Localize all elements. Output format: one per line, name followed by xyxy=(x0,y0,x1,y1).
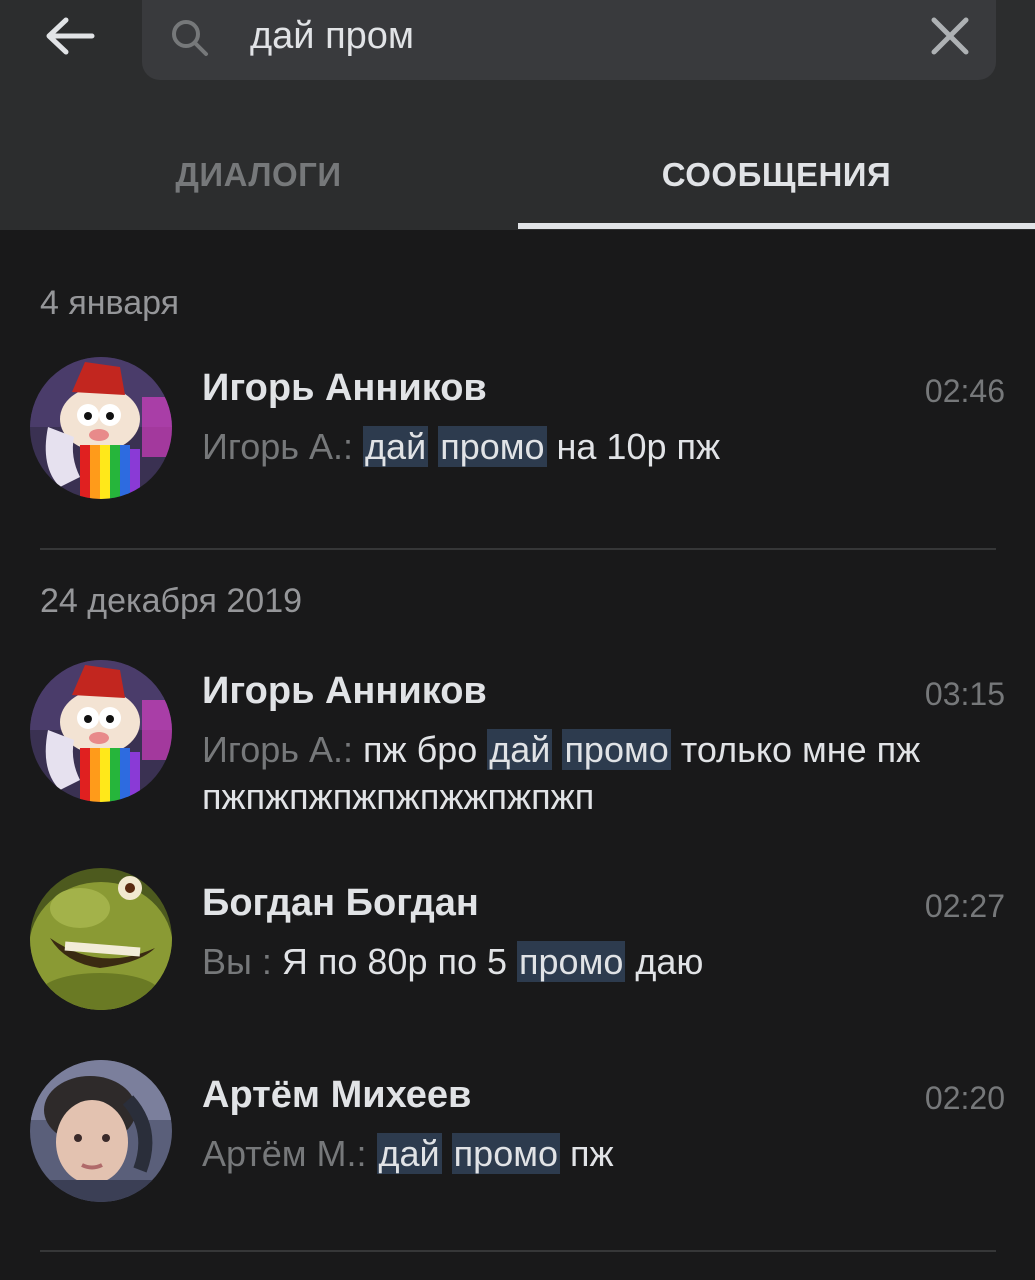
date-header: 4 января xyxy=(40,284,180,322)
message-result[interactable]: Игорь Анников 03:15 Игорь А.: пж бро дай… xyxy=(0,658,1035,828)
search-highlight: промо xyxy=(451,1133,560,1174)
search-highlight: дай xyxy=(363,426,429,467)
back-button[interactable] xyxy=(30,0,110,72)
avatar xyxy=(30,868,172,1010)
tab-dialogs[interactable]: ДИАЛОГИ xyxy=(0,120,517,230)
arrow-left-icon xyxy=(46,17,95,55)
message-result[interactable]: Артём Михеев 02:20 Артём М.: дай промо п… xyxy=(0,1060,1035,1210)
sender-label: Игорь А.: xyxy=(202,729,354,770)
search-highlight: дай xyxy=(487,729,553,770)
preview-text: Я по 80р по 5 xyxy=(271,941,518,982)
preview-text: пж бро xyxy=(353,729,488,770)
message-result[interactable]: Игорь Анников 02:46 Игорь А.: дай промо … xyxy=(0,355,1035,505)
clear-search-button[interactable] xyxy=(922,8,978,64)
contact-name: Артём Михеев xyxy=(202,1074,472,1116)
search-highlight: дай xyxy=(376,1133,442,1174)
date-header: 24 декабря 2019 xyxy=(40,582,303,620)
message-preview: Вы : Я по 80р по 5 промо даю xyxy=(202,938,992,985)
top-bar: ДИАЛОГИ СООБЩЕНИЯ xyxy=(0,0,1035,230)
sender-label: Игорь А.: xyxy=(202,426,354,467)
sender-label: Вы : xyxy=(202,941,272,982)
section-divider xyxy=(40,1250,996,1252)
message-result[interactable]: Богдан Богдан 02:27 Вы : Я по 80р по 5 п… xyxy=(0,868,1035,1018)
search-highlight: промо xyxy=(562,729,671,770)
message-time: 02:46 xyxy=(924,373,1005,409)
search-icon xyxy=(172,20,208,56)
contact-name: Богдан Богдан xyxy=(202,882,479,924)
preview-text xyxy=(428,426,438,467)
search-box[interactable] xyxy=(142,0,996,80)
preview-text: на 10р пж xyxy=(546,426,721,467)
search-highlight: промо xyxy=(517,941,626,982)
sender-label: Артём М.: xyxy=(202,1133,367,1174)
search-highlight: промо xyxy=(438,426,547,467)
preview-text xyxy=(367,1133,377,1174)
close-icon xyxy=(931,17,969,55)
active-tab-indicator xyxy=(518,223,1035,229)
avatar xyxy=(30,1060,172,1202)
contact-name: Игорь Анников xyxy=(202,367,487,409)
message-preview: Артём М.: дай промо пж xyxy=(202,1130,992,1177)
message-time: 02:27 xyxy=(924,888,1005,924)
avatar xyxy=(30,357,172,499)
tab-messages[interactable]: СООБЩЕНИЯ xyxy=(518,120,1035,230)
message-preview: Игорь А.: дай промо на 10р пж xyxy=(202,423,992,470)
preview-text: пж xyxy=(559,1133,614,1174)
preview-text xyxy=(442,1133,452,1174)
search-input[interactable] xyxy=(250,8,890,64)
contact-name: Игорь Анников xyxy=(202,670,487,712)
message-time: 03:15 xyxy=(924,676,1005,712)
preview-text: даю xyxy=(625,941,704,982)
section-divider xyxy=(40,548,996,550)
preview-text xyxy=(552,729,562,770)
preview-text xyxy=(353,426,363,467)
message-time: 02:20 xyxy=(924,1080,1005,1116)
message-preview: Игорь А.: пж бро дай промо только мне пж… xyxy=(202,726,992,820)
avatar xyxy=(30,660,172,802)
